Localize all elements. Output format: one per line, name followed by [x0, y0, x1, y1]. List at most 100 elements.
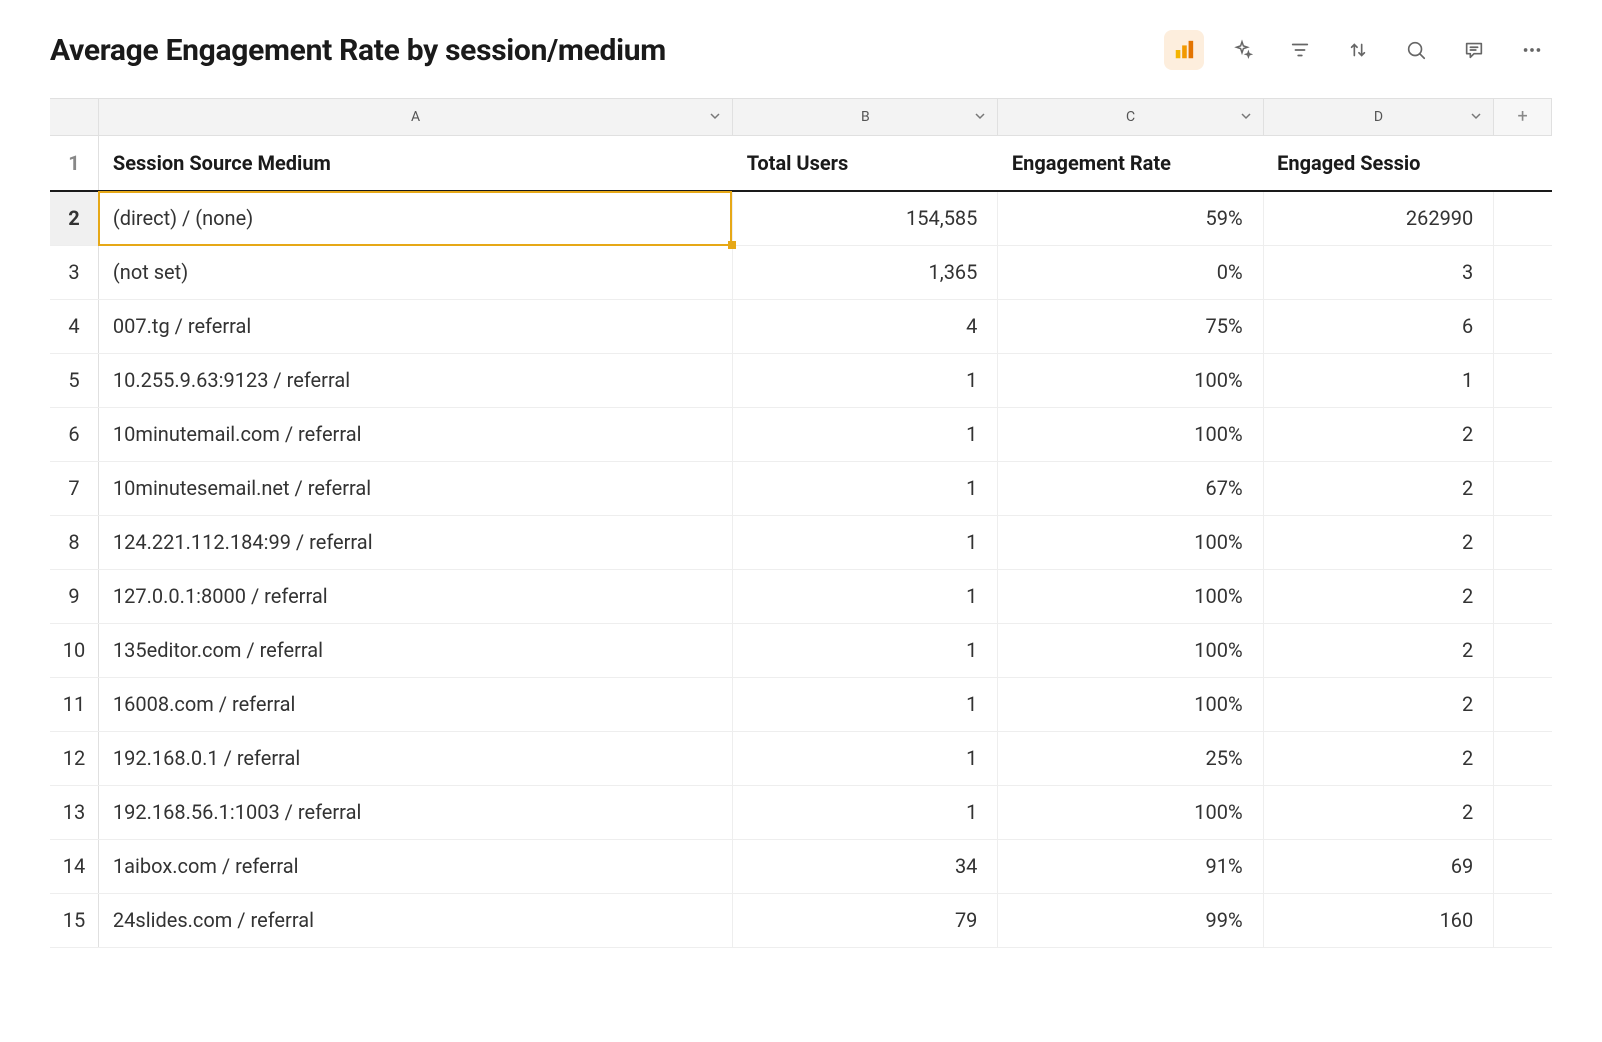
cell-total-users[interactable]: 1 — [733, 461, 998, 515]
cell-engagement-rate[interactable]: 100% — [998, 407, 1263, 461]
cell-engagement-rate[interactable]: 100% — [998, 515, 1263, 569]
empty-cell[interactable] — [1494, 353, 1552, 407]
cell-source-medium[interactable]: 135editor.com / referral — [98, 623, 732, 677]
column-header-A[interactable]: A — [98, 99, 732, 135]
ai-sparkle-icon[interactable] — [1222, 30, 1262, 70]
cell-engaged-sessions[interactable]: 2 — [1263, 785, 1494, 839]
empty-cell[interactable] — [1494, 839, 1552, 893]
cell-total-users[interactable]: 1 — [733, 515, 998, 569]
row-number[interactable]: 2 — [50, 191, 98, 245]
header-engagement-rate[interactable]: Engagement Rate — [998, 135, 1263, 191]
cell-source-medium[interactable]: (direct) / (none) — [98, 191, 732, 245]
empty-cell[interactable] — [1494, 407, 1552, 461]
cell-engaged-sessions[interactable]: 2 — [1263, 569, 1494, 623]
empty-cell[interactable] — [1494, 893, 1552, 947]
cell-engaged-sessions[interactable]: 160 — [1263, 893, 1494, 947]
cell-engagement-rate[interactable]: 100% — [998, 677, 1263, 731]
chevron-down-icon[interactable] — [1241, 109, 1251, 125]
row-number[interactable]: 9 — [50, 569, 98, 623]
empty-cell[interactable] — [1494, 299, 1552, 353]
row-number[interactable]: 14 — [50, 839, 98, 893]
row-number[interactable]: 7 — [50, 461, 98, 515]
cell-engagement-rate[interactable]: 0% — [998, 245, 1263, 299]
cell-engaged-sessions[interactable]: 2 — [1263, 731, 1494, 785]
cell-source-medium[interactable]: 1aibox.com / referral — [98, 839, 732, 893]
add-column-button[interactable]: + — [1494, 99, 1552, 135]
cell-engaged-sessions[interactable]: 262990 — [1263, 191, 1494, 245]
row-number[interactable]: 1 — [50, 135, 98, 191]
cell-engaged-sessions[interactable]: 2 — [1263, 677, 1494, 731]
cell-total-users[interactable]: 1 — [733, 785, 998, 839]
comment-icon[interactable] — [1454, 30, 1494, 70]
cell-engagement-rate[interactable]: 100% — [998, 623, 1263, 677]
cell-engagement-rate[interactable]: 99% — [998, 893, 1263, 947]
row-number[interactable]: 12 — [50, 731, 98, 785]
cell-engaged-sessions[interactable]: 2 — [1263, 515, 1494, 569]
cell-source-medium[interactable]: (not set) — [98, 245, 732, 299]
row-number[interactable]: 10 — [50, 623, 98, 677]
cell-engaged-sessions[interactable]: 2 — [1263, 407, 1494, 461]
cell-engaged-sessions[interactable]: 1 — [1263, 353, 1494, 407]
cell-engagement-rate[interactable]: 91% — [998, 839, 1263, 893]
cell-total-users[interactable]: 154,585 — [733, 191, 998, 245]
empty-cell[interactable] — [1494, 191, 1552, 245]
more-icon[interactable] — [1512, 30, 1552, 70]
empty-cell[interactable] — [1494, 135, 1552, 191]
cell-total-users[interactable]: 1 — [733, 623, 998, 677]
row-number[interactable]: 3 — [50, 245, 98, 299]
cell-source-medium[interactable]: 127.0.0.1:8000 / referral — [98, 569, 732, 623]
row-number[interactable]: 6 — [50, 407, 98, 461]
cell-engaged-sessions[interactable]: 3 — [1263, 245, 1494, 299]
column-header-B[interactable]: B — [733, 99, 998, 135]
empty-cell[interactable] — [1494, 569, 1552, 623]
chevron-down-icon[interactable] — [975, 109, 985, 125]
chevron-down-icon[interactable] — [710, 109, 720, 125]
analytics-icon[interactable] — [1164, 30, 1204, 70]
cell-source-medium[interactable]: 124.221.112.184:99 / referral — [98, 515, 732, 569]
cell-total-users[interactable]: 4 — [733, 299, 998, 353]
cell-engagement-rate[interactable]: 100% — [998, 785, 1263, 839]
selection-handle[interactable] — [728, 241, 736, 249]
cell-total-users[interactable]: 1 — [733, 407, 998, 461]
cell-total-users[interactable]: 1 — [733, 353, 998, 407]
cell-engaged-sessions[interactable]: 69 — [1263, 839, 1494, 893]
cell-source-medium[interactable]: 192.168.0.1 / referral — [98, 731, 732, 785]
cell-engagement-rate[interactable]: 75% — [998, 299, 1263, 353]
header-engaged-sessions[interactable]: Engaged Sessio — [1263, 135, 1494, 191]
empty-cell[interactable] — [1494, 785, 1552, 839]
cell-total-users[interactable]: 1 — [733, 569, 998, 623]
row-number[interactable]: 8 — [50, 515, 98, 569]
column-header-C[interactable]: C — [998, 99, 1263, 135]
header-total-users[interactable]: Total Users — [733, 135, 998, 191]
cell-total-users[interactable]: 1,365 — [733, 245, 998, 299]
cell-engagement-rate[interactable]: 25% — [998, 731, 1263, 785]
cell-engagement-rate[interactable]: 100% — [998, 353, 1263, 407]
sort-icon[interactable] — [1338, 30, 1378, 70]
cell-source-medium[interactable]: 10minutemail.com / referral — [98, 407, 732, 461]
filter-icon[interactable] — [1280, 30, 1320, 70]
cell-engaged-sessions[interactable]: 6 — [1263, 299, 1494, 353]
empty-cell[interactable] — [1494, 731, 1552, 785]
cell-total-users[interactable]: 34 — [733, 839, 998, 893]
empty-cell[interactable] — [1494, 245, 1552, 299]
select-all-cell[interactable] — [50, 99, 98, 135]
cell-engaged-sessions[interactable]: 2 — [1263, 461, 1494, 515]
row-number[interactable]: 4 — [50, 299, 98, 353]
row-number[interactable]: 5 — [50, 353, 98, 407]
cell-total-users[interactable]: 1 — [733, 677, 998, 731]
cell-source-medium[interactable]: 192.168.56.1:1003 / referral — [98, 785, 732, 839]
cell-engagement-rate[interactable]: 100% — [998, 569, 1263, 623]
row-number[interactable]: 11 — [50, 677, 98, 731]
empty-cell[interactable] — [1494, 515, 1552, 569]
column-header-D[interactable]: D — [1263, 99, 1494, 135]
cell-source-medium[interactable]: 10.255.9.63:9123 / referral — [98, 353, 732, 407]
chevron-down-icon[interactable] — [1471, 109, 1481, 125]
cell-total-users[interactable]: 1 — [733, 731, 998, 785]
empty-cell[interactable] — [1494, 623, 1552, 677]
cell-engagement-rate[interactable]: 67% — [998, 461, 1263, 515]
cell-engaged-sessions[interactable]: 2 — [1263, 623, 1494, 677]
cell-total-users[interactable]: 79 — [733, 893, 998, 947]
cell-source-medium[interactable]: 16008.com / referral — [98, 677, 732, 731]
search-icon[interactable] — [1396, 30, 1436, 70]
row-number[interactable]: 15 — [50, 893, 98, 947]
